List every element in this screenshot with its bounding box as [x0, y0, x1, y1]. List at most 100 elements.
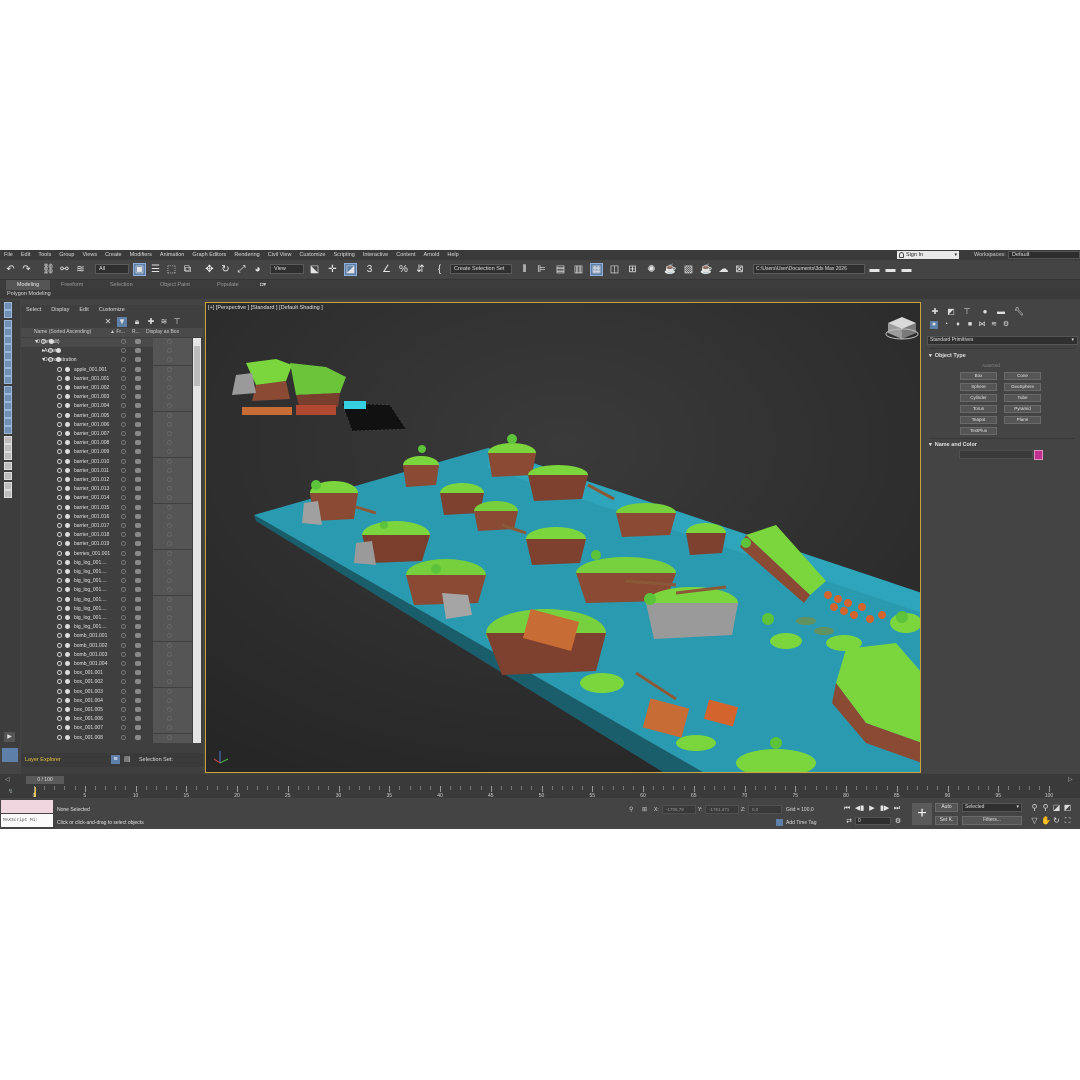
scene-explorer-icon[interactable]: ▤ [124, 755, 131, 763]
freeze-toggle-icon[interactable] [121, 569, 126, 574]
visibility-eye-icon[interactable] [57, 412, 62, 418]
visibility-eye-icon[interactable] [57, 431, 62, 436]
render-toggle-icon[interactable] [135, 569, 141, 574]
tree-object-row[interactable]: barrier_001.011 [21, 466, 192, 476]
display-as-box-cell[interactable] [153, 494, 192, 504]
tree-object-row[interactable]: barrier_001.016 [21, 512, 192, 522]
freeze-toggle-icon[interactable] [121, 596, 126, 602]
display-as-box-cell[interactable] [153, 374, 192, 384]
visibility-eye-icon[interactable] [57, 458, 62, 464]
box-toggle-icon[interactable] [167, 615, 172, 620]
perspective-viewport[interactable]: [+] [Perspective ] [Standard ] [Default … [205, 302, 921, 773]
freeze-toggle-icon[interactable] [121, 642, 126, 648]
box-toggle-icon[interactable] [167, 688, 172, 694]
highlight-icon[interactable] [4, 444, 12, 452]
freeze-toggle-icon[interactable] [121, 679, 126, 685]
display-as-box-cell[interactable] [153, 338, 192, 347]
tree-object-row[interactable]: box_001.001 [21, 669, 192, 679]
menu-item-tools[interactable]: Tools [34, 252, 55, 258]
explorer-menu-customize[interactable]: Customize [94, 307, 130, 313]
column-renderable[interactable]: R... [132, 329, 140, 335]
selection-filter-select[interactable]: All [95, 264, 129, 274]
display-xrefs-icon[interactable] [4, 376, 12, 384]
display-as-box-cell[interactable] [153, 540, 192, 550]
visibility-eye-icon[interactable] [57, 523, 62, 528]
render-toggle-icon[interactable] [135, 578, 141, 584]
layer-explorer-label[interactable]: Layer Explorer [25, 757, 61, 763]
visibility-eye-icon[interactable] [57, 651, 62, 657]
slider-prev-icon[interactable]: ◁ [5, 776, 10, 783]
visibility-eye-icon[interactable] [57, 624, 62, 630]
reference-coordinate-select[interactable]: View [270, 264, 304, 274]
hierarchy-tab-icon[interactable]: ⊤ [961, 306, 973, 317]
render-toggle-icon[interactable] [135, 431, 141, 436]
menu-item-rendering[interactable]: Rendering [230, 252, 263, 258]
visibility-eye-icon[interactable] [57, 569, 62, 574]
maxscript-output[interactable] [1, 800, 53, 813]
plane-button[interactable]: Plane [1004, 416, 1041, 424]
visibility-eye-icon[interactable] [57, 403, 62, 409]
display-as-box-cell[interactable] [153, 420, 192, 430]
expand-icon[interactable] [4, 452, 12, 460]
render-toggle-icon[interactable] [135, 725, 141, 731]
material-editor-icon[interactable]: ✺ [645, 263, 658, 276]
tree-layer-row[interactable]: ▾ 0 (default) [21, 338, 192, 348]
render-in-cloud-icon[interactable]: ☁ [717, 263, 730, 276]
render-toggle-icon[interactable] [135, 670, 141, 676]
freeze-toggle-icon[interactable] [121, 523, 126, 528]
box-toggle-icon[interactable] [167, 523, 172, 528]
sphere-button[interactable]: Sphere [960, 383, 997, 391]
render-toggle-icon[interactable] [135, 688, 141, 694]
box-toggle-icon[interactable] [167, 513, 172, 519]
key-mode-icon[interactable]: ⇄ [845, 817, 853, 826]
render-toggle-icon[interactable] [135, 587, 141, 593]
display-lights-icon[interactable] [4, 336, 12, 344]
menu-item-arnold[interactable]: Arnold [419, 252, 443, 258]
filter-icon[interactable]: ▼ [117, 317, 127, 327]
display-as-box-cell[interactable] [153, 347, 192, 357]
name-and-color-rollout[interactable]: ▾ Name and Color [929, 442, 1075, 450]
freeze-toggle-icon[interactable] [121, 734, 126, 740]
hierarchy-icon[interactable]: ⊤ [172, 317, 182, 327]
display-all-icon[interactable] [4, 310, 12, 318]
tree-object-row[interactable]: box_001.006 [21, 715, 192, 725]
visibility-eye-icon[interactable] [57, 596, 62, 602]
box-toggle-icon[interactable] [167, 431, 172, 436]
display-as-box-cell[interactable] [153, 549, 192, 559]
render-toggle-icon[interactable] [135, 375, 141, 381]
render-toggle-icon[interactable] [135, 624, 141, 630]
box-toggle-icon[interactable] [167, 477, 172, 482]
rendered-frame-window-icon[interactable]: ▧ [682, 263, 695, 276]
find-icon[interactable] [4, 436, 12, 444]
undo-icon[interactable]: ↶ [4, 263, 17, 276]
tree-layer-row[interactable]: ▾ Demonstration [21, 356, 192, 366]
explorer-menu-edit[interactable]: Edit [74, 307, 93, 313]
display-bones-icon[interactable] [4, 386, 12, 394]
render-toggle-icon[interactable] [135, 357, 141, 363]
visibility-eye-icon[interactable] [57, 670, 62, 676]
render-toggle-icon[interactable] [135, 596, 141, 602]
box-button[interactable]: Box [960, 372, 997, 380]
visibility-eye-icon[interactable] [57, 642, 62, 648]
visibility-eye-icon[interactable] [57, 394, 62, 400]
visibility-eye-icon[interactable] [57, 734, 62, 740]
box-toggle-icon[interactable] [167, 375, 172, 381]
explorer-menu-display[interactable]: Display [46, 307, 74, 313]
tree-object-row[interactable]: barrier_001.007 [21, 430, 192, 439]
render-toggle-icon[interactable] [135, 421, 141, 427]
space-warps-icon[interactable]: ≋ [990, 321, 998, 329]
menu-item-interactive[interactable]: Interactive [359, 252, 392, 258]
tree-object-row[interactable]: box_001.005 [21, 706, 192, 715]
explorer-scrollbar[interactable] [193, 338, 201, 743]
freeze-toggle-icon[interactable] [121, 550, 126, 556]
render-toggle-icon[interactable] [135, 697, 141, 703]
menu-item-create[interactable]: Create [101, 252, 126, 258]
lights-icon[interactable]: ♦ [954, 321, 962, 329]
save-project-icon[interactable]: ▬ [900, 263, 913, 276]
display-as-box-cell[interactable] [153, 384, 192, 393]
freeze-toggle-icon[interactable] [121, 375, 126, 381]
display-as-box-cell[interactable] [153, 641, 192, 651]
tree-object-row[interactable]: box_001.003 [21, 687, 192, 697]
tree-object-row[interactable]: box_001.004 [21, 696, 192, 706]
play-icon[interactable]: ▶ [868, 804, 876, 813]
